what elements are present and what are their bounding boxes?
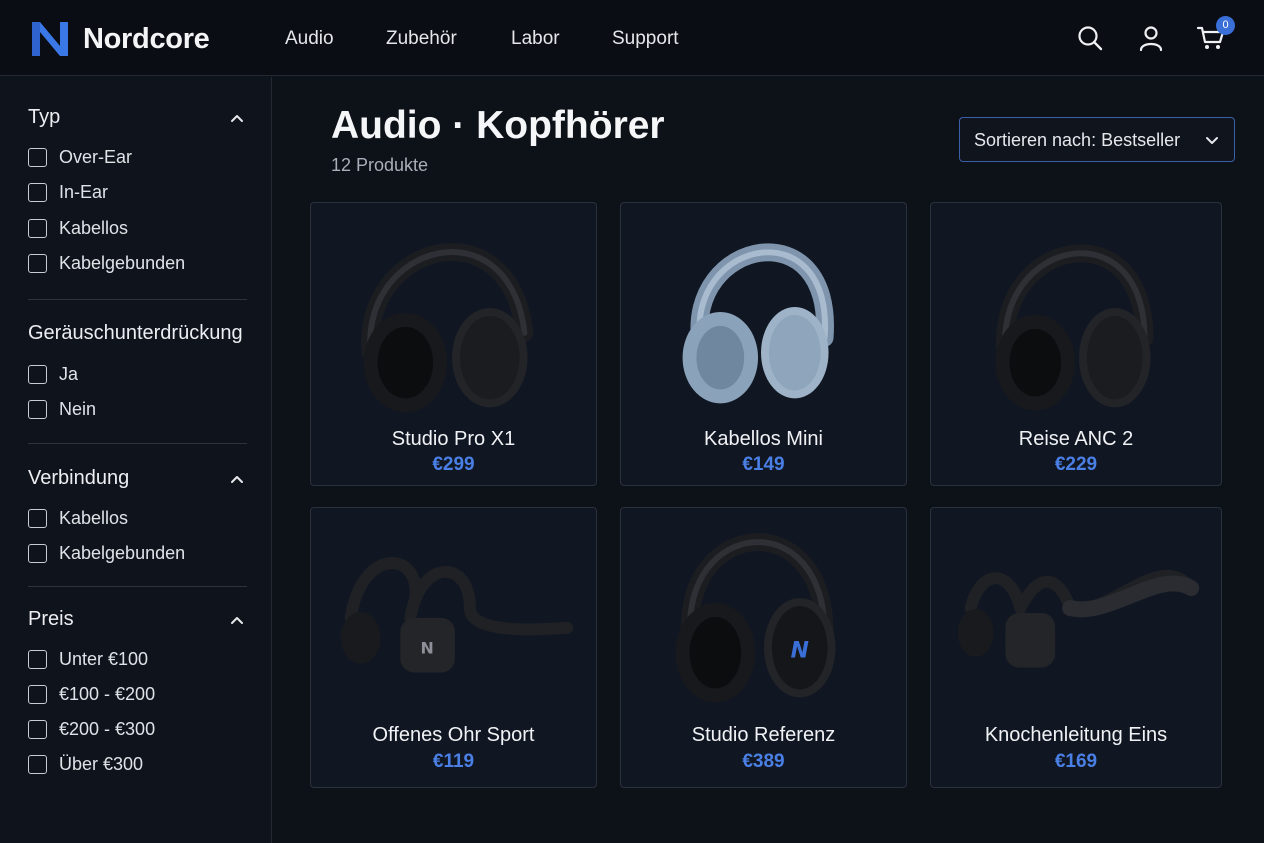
checkbox[interactable] xyxy=(28,365,47,384)
chevron-up-icon[interactable] xyxy=(229,612,245,628)
chevron-down-icon xyxy=(1204,132,1220,148)
checkbox[interactable] xyxy=(28,183,47,202)
filter-option-kabelgebunden[interactable]: Kabelgebunden xyxy=(28,253,185,274)
open-ear-sport-headphones-image: N xyxy=(340,557,574,673)
search-icon[interactable] xyxy=(1076,24,1104,52)
filter-divider xyxy=(28,299,247,300)
product-name: Reise ANC 2 xyxy=(1018,428,1134,450)
brand-logo[interactable]: Nordcore xyxy=(30,20,210,58)
filter-option-kabellos[interactable]: Kabellos xyxy=(28,218,128,239)
over-ear-black-headphones-image xyxy=(995,244,1154,411)
product-name: Studio Referenz xyxy=(691,724,836,746)
product-name: Studio Pro X1 xyxy=(391,428,516,450)
product-card[interactable]: Knochenleitung Eins €169 xyxy=(930,507,1222,788)
product-price: €299 xyxy=(432,454,475,475)
filter-divider xyxy=(28,443,247,444)
filter-title-preis: Preis xyxy=(28,608,74,630)
checkbox[interactable] xyxy=(28,720,47,739)
filter-title-noise-cancelling: Geräuschunterdrückung xyxy=(28,322,243,344)
product-card[interactable]: N Studio Referenz €389 xyxy=(620,507,907,788)
filter-option-price-100-200[interactable]: €100 - €200 xyxy=(28,684,155,705)
filter-option-kabellos[interactable]: Kabellos xyxy=(28,508,128,529)
cart-count-badge: 0 xyxy=(1216,16,1235,35)
page-title: Audio · Kopfhörer xyxy=(331,104,665,147)
user-icon[interactable] xyxy=(1137,24,1165,52)
over-ear-blue-headphones-image xyxy=(682,243,834,404)
over-ear-black-headphones-image xyxy=(361,243,534,413)
checkbox[interactable] xyxy=(28,650,47,669)
checkbox[interactable] xyxy=(28,400,47,419)
product-name: Offenes Ohr Sport xyxy=(372,724,535,746)
n-logo-icon: N xyxy=(421,639,434,658)
filter-option-price-under-100[interactable]: Unter €100 xyxy=(28,649,148,670)
product-card[interactable]: N Offenes Ohr Sport €119 xyxy=(310,507,597,788)
nav-audio[interactable]: Audio xyxy=(285,28,334,50)
chevron-up-icon[interactable] xyxy=(229,110,245,126)
checkbox[interactable] xyxy=(28,509,47,528)
filter-option-in-ear[interactable]: In-Ear xyxy=(28,182,108,203)
product-card[interactable]: Reise ANC 2 €229 xyxy=(930,202,1222,486)
product-count: 12 Produkte xyxy=(331,155,429,175)
filter-option-ja[interactable]: Ja xyxy=(28,364,78,385)
checkbox[interactable] xyxy=(28,755,47,774)
checkbox[interactable] xyxy=(28,219,47,238)
filter-title-typ: Typ xyxy=(28,106,61,128)
studio-headphones-image: N xyxy=(675,533,836,703)
sort-label: Sortieren nach: Bestseller xyxy=(974,130,1181,150)
filter-divider xyxy=(28,586,247,587)
filter-option-nein[interactable]: Nein xyxy=(28,399,96,420)
checkbox[interactable] xyxy=(28,148,47,167)
filter-option-price-200-300[interactable]: €200 - €300 xyxy=(28,719,155,740)
nav-support[interactable]: Support xyxy=(612,28,679,50)
checkbox[interactable] xyxy=(28,685,47,704)
product-price: €169 xyxy=(1054,751,1098,772)
chevron-up-icon[interactable] xyxy=(229,471,245,487)
filter-sidebar: Typ Over-Ear In-Ear Kabellos Kabelgebund… xyxy=(0,77,272,843)
checkbox[interactable] xyxy=(28,254,47,273)
product-card[interactable]: Kabellos Mini €149 xyxy=(620,202,907,486)
nav-labor[interactable]: Labor xyxy=(511,28,560,50)
sort-dropdown[interactable]: Sortieren nach: Bestseller xyxy=(959,117,1235,162)
nordcore-logo-icon xyxy=(32,22,68,56)
checkbox[interactable] xyxy=(28,544,47,563)
n-logo-icon: N xyxy=(791,639,809,664)
filter-option-kabelgebunden[interactable]: Kabelgebunden xyxy=(28,543,185,564)
product-card[interactable]: Studio Pro X1 €299 xyxy=(310,202,597,486)
brand-name: Nordcore xyxy=(83,22,210,55)
filter-option-price-over-300[interactable]: Über €300 xyxy=(28,754,143,775)
product-price: €119 xyxy=(432,751,475,772)
filter-option-over-ear[interactable]: Over-Ear xyxy=(28,147,132,168)
bone-conduction-headphones-image xyxy=(957,569,1200,668)
product-name: Kabellos Mini xyxy=(704,428,823,450)
filter-title-verbindung: Verbindung xyxy=(28,467,130,489)
site-header: Nordcore Audio Zubehör Labor Support 0 xyxy=(0,0,1264,76)
nav-zubehoer[interactable]: Zubehör xyxy=(386,28,457,50)
product-name: Knochenleitung Eins xyxy=(984,724,1168,746)
product-price: €389 xyxy=(742,751,785,772)
product-price: €229 xyxy=(1054,454,1098,475)
product-price: €149 xyxy=(742,454,785,475)
